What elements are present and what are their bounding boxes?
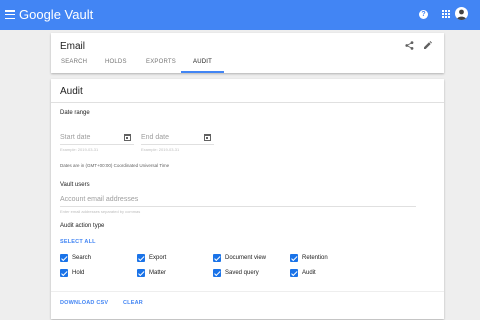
vault-users-hint: Enter email addresses separated by comma… bbox=[60, 209, 141, 214]
end-date-input[interactable]: End date bbox=[141, 134, 169, 141]
matter-title: Email bbox=[60, 41, 86, 52]
checkbox-label-search: Search bbox=[72, 255, 92, 261]
vault-users-underline bbox=[60, 206, 416, 207]
app-bar: Google Vault ? bbox=[0, 0, 480, 30]
end-date-underline bbox=[141, 144, 214, 145]
help-icon[interactable]: ? bbox=[419, 10, 428, 19]
divider bbox=[51, 291, 444, 292]
checkbox-label-document-view: Document view bbox=[225, 255, 267, 261]
checkbox-label-export: Export bbox=[149, 255, 167, 261]
checkbox-label-saved-query: Saved query bbox=[225, 270, 259, 276]
start-date-underline bbox=[60, 144, 134, 145]
apps-icon[interactable] bbox=[442, 10, 450, 18]
calendar-icon[interactable] bbox=[204, 134, 211, 141]
checkbox-search[interactable] bbox=[60, 254, 68, 262]
vault-users-label: Vault users bbox=[60, 182, 90, 188]
checkbox-matter[interactable] bbox=[137, 269, 145, 277]
vault-users-input[interactable]: Account email addresses bbox=[60, 196, 138, 203]
divider bbox=[51, 102, 444, 103]
tab-exports[interactable]: EXPORTS bbox=[146, 59, 176, 65]
date-range-label: Date range bbox=[60, 110, 90, 116]
checkbox-label-hold: Hold bbox=[72, 270, 85, 276]
audit-card: Audit Date range Start date Example: 201… bbox=[51, 79, 444, 319]
checkbox-label-matter: Matter bbox=[149, 270, 167, 276]
timezone-note: Dates are in (GMT+00:00) Coordinated Uni… bbox=[60, 163, 170, 168]
avatar[interactable] bbox=[455, 7, 468, 20]
audit-title: Audit bbox=[60, 86, 83, 97]
calendar-icon[interactable] bbox=[124, 134, 131, 141]
tab-holds[interactable]: HOLDS bbox=[105, 59, 127, 65]
checkbox-label-audit: Audit bbox=[302, 270, 316, 276]
checkbox-label-retention: Retention bbox=[302, 255, 328, 261]
checkbox-saved-query[interactable] bbox=[213, 269, 221, 277]
tab-search[interactable]: SEARCH bbox=[61, 59, 87, 65]
checkbox-audit[interactable] bbox=[290, 269, 298, 277]
audit-action-type-label: Audit action type bbox=[60, 223, 105, 229]
active-tab-indicator bbox=[181, 71, 224, 73]
checkbox-export[interactable] bbox=[137, 254, 145, 262]
app-title: Google Vault bbox=[19, 7, 94, 22]
matter-card: Email SEARCH HOLDS EXPORTS AUDIT bbox=[51, 33, 444, 73]
download-csv-button[interactable]: DOWNLOAD CSV bbox=[60, 300, 108, 306]
start-date-example: Example: 2019-03-31 bbox=[60, 147, 99, 152]
checkbox-retention[interactable] bbox=[290, 254, 298, 262]
checkbox-hold[interactable] bbox=[60, 269, 68, 277]
select-all-button[interactable]: SELECT ALL bbox=[60, 239, 96, 245]
menu-icon[interactable] bbox=[5, 10, 15, 20]
edit-icon[interactable] bbox=[423, 41, 432, 50]
checkbox-document-view[interactable] bbox=[213, 254, 221, 262]
tab-audit[interactable]: AUDIT bbox=[193, 59, 212, 65]
share-icon[interactable] bbox=[405, 41, 414, 50]
end-date-example: Example: 2019-03-31 bbox=[141, 147, 180, 152]
clear-button[interactable]: CLEAR bbox=[123, 300, 143, 306]
start-date-input[interactable]: Start date bbox=[60, 134, 90, 141]
